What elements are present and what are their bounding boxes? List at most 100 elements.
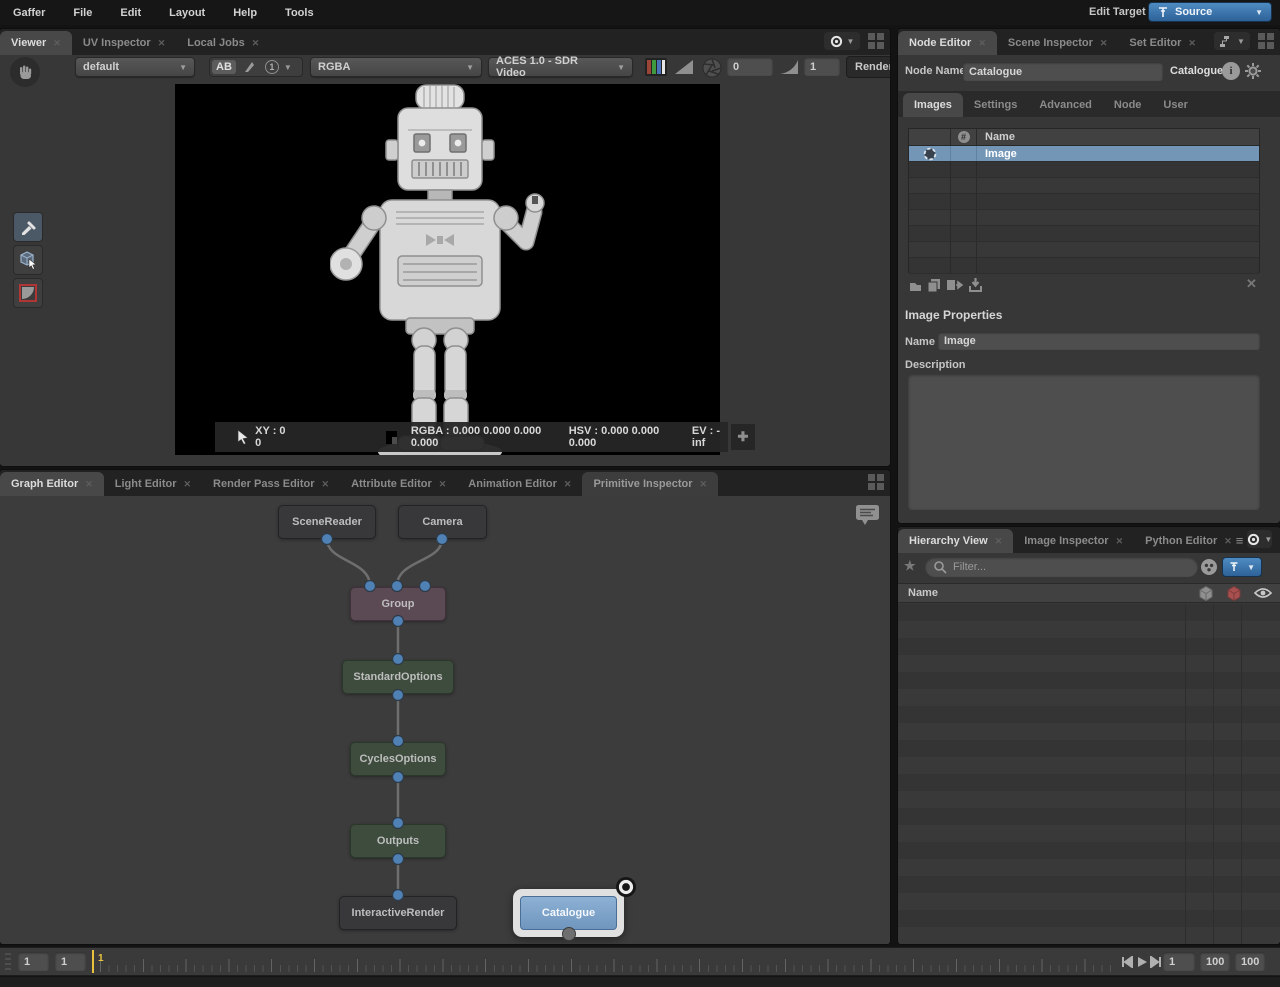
tab-user[interactable]: User bbox=[1152, 93, 1198, 117]
node-scenereader[interactable]: SceneReader bbox=[278, 505, 376, 539]
pin-editor-button[interactable]: ▼ bbox=[824, 32, 860, 50]
close-icon[interactable]: ✕ bbox=[1116, 536, 1124, 547]
timeline-ruler[interactable] bbox=[100, 951, 1118, 972]
scene-filter-dropdown[interactable]: ▼ bbox=[1222, 557, 1262, 577]
tab-settings[interactable]: Settings bbox=[963, 93, 1028, 117]
edit-target-dropdown[interactable]: Source ▼ bbox=[1148, 2, 1272, 22]
close-icon[interactable]: ✕ bbox=[252, 38, 260, 49]
tab-light-editor[interactable]: Light Editor✕ bbox=[104, 472, 202, 496]
tab-python-editor[interactable]: Python Editor✕ bbox=[1134, 529, 1236, 553]
gamma-field[interactable]: 1 bbox=[804, 57, 840, 76]
tab-uv-inspector[interactable]: UV Inspector✕ bbox=[72, 31, 176, 55]
aperture-icon[interactable] bbox=[701, 57, 723, 79]
red-cube-icon[interactable] bbox=[1226, 585, 1242, 602]
menu-gaffer[interactable]: Gaffer bbox=[13, 7, 45, 19]
close-icon[interactable]: ✕ bbox=[700, 479, 708, 490]
table-row-image[interactable]: Image bbox=[909, 146, 1259, 162]
tab-local-jobs[interactable]: Local Jobs✕ bbox=[176, 31, 270, 55]
node-outputs[interactable]: Outputs bbox=[350, 824, 446, 858]
layer-select[interactable]: default▼ bbox=[75, 57, 195, 77]
tab-advanced[interactable]: Advanced bbox=[1028, 93, 1103, 117]
editor-follow-button[interactable]: ▼ bbox=[1214, 32, 1250, 50]
compare-ab-toggle[interactable]: AB bbox=[212, 60, 236, 74]
column-name[interactable]: Name bbox=[977, 131, 1259, 143]
current-frame-field[interactable]: 1 bbox=[55, 952, 86, 971]
node-group[interactable]: Group bbox=[350, 587, 446, 621]
image-name-input[interactable] bbox=[938, 332, 1260, 350]
wedge-tool-icon[interactable] bbox=[241, 60, 259, 74]
tab-scene-inspector[interactable]: Scene Inspector✕ bbox=[997, 31, 1119, 55]
remove-image-button[interactable]: ✕ bbox=[1246, 276, 1257, 292]
tab-node[interactable]: Node bbox=[1103, 93, 1153, 117]
node-interactiverender[interactable]: InteractiveRender bbox=[339, 896, 457, 930]
import-image-icon[interactable] bbox=[968, 277, 983, 293]
go-to-end-icon[interactable] bbox=[1150, 956, 1162, 968]
close-icon[interactable]: ✕ bbox=[184, 479, 192, 490]
export-image-icon[interactable] bbox=[946, 277, 963, 293]
tab-set-editor[interactable]: Set Editor✕ bbox=[1118, 31, 1207, 55]
exposure-field[interactable]: 0 bbox=[727, 57, 773, 76]
node-standardoptions[interactable]: StandardOptions bbox=[342, 660, 454, 694]
crop-window-tool[interactable] bbox=[13, 278, 43, 308]
tab-primitive-inspector[interactable]: Primitive Inspector✕ bbox=[582, 472, 718, 496]
tab-hierarchy-view[interactable]: Hierarchy View✕ bbox=[898, 529, 1013, 553]
tab-images[interactable]: Images bbox=[903, 93, 963, 117]
bookmarks-star-icon[interactable]: ★ bbox=[904, 558, 916, 574]
close-icon[interactable]: ✕ bbox=[439, 479, 447, 490]
close-icon[interactable]: ✕ bbox=[53, 38, 61, 49]
tab-node-editor[interactable]: Node Editor✕ bbox=[898, 31, 997, 55]
tab-attribute-editor[interactable]: Attribute Editor✕ bbox=[340, 472, 457, 496]
info-icon[interactable]: i bbox=[1222, 62, 1240, 80]
pin-editor-button[interactable]: ▼ bbox=[1247, 530, 1272, 548]
exposure-triangle-icon[interactable] bbox=[674, 59, 694, 75]
node-catalogue[interactable]: Catalogue bbox=[520, 896, 617, 930]
filter-input[interactable] bbox=[947, 558, 1190, 576]
close-icon[interactable]: ✕ bbox=[564, 479, 572, 490]
tab-viewer[interactable]: Viewer✕ bbox=[0, 31, 72, 55]
gamma-triangle-icon[interactable] bbox=[779, 59, 799, 75]
color-picker-tool[interactable] bbox=[13, 212, 43, 242]
graph-canvas[interactable]: SceneReader Camera Group StandardOptions… bbox=[0, 496, 890, 944]
node-cyclesoptions[interactable]: CyclesOptions bbox=[350, 742, 446, 776]
frame-start-field[interactable]: 1 bbox=[18, 952, 49, 971]
play-icon[interactable] bbox=[1136, 956, 1148, 968]
go-to-start-icon[interactable] bbox=[1121, 956, 1133, 968]
close-icon[interactable]: ✕ bbox=[1188, 38, 1196, 49]
menu-edit[interactable]: Edit bbox=[120, 7, 141, 19]
viewport-image[interactable] bbox=[175, 84, 720, 455]
close-icon[interactable]: ✕ bbox=[322, 479, 330, 490]
menu-help[interactable]: Help bbox=[233, 7, 257, 19]
menu-file[interactable]: File bbox=[73, 7, 92, 19]
frame-end-field[interactable]: 100 bbox=[1235, 952, 1265, 971]
inspect-tool[interactable] bbox=[13, 245, 43, 275]
tab-render-pass-editor[interactable]: Render Pass Editor✕ bbox=[202, 472, 340, 496]
layout-grid-icon[interactable] bbox=[868, 33, 884, 49]
range-end-field[interactable]: 100 bbox=[1200, 952, 1230, 971]
add-inspector-button[interactable]: ✚ bbox=[731, 424, 755, 450]
menu-layout[interactable]: Layout bbox=[169, 7, 205, 19]
timeline-grip[interactable] bbox=[5, 953, 11, 971]
tab-animation-editor[interactable]: Animation Editor✕ bbox=[457, 472, 582, 496]
tab-overflow-icon[interactable]: ≡ bbox=[1236, 533, 1244, 553]
render-button[interactable]: Render bbox=[846, 56, 890, 78]
layout-grid-icon[interactable] bbox=[868, 474, 884, 490]
chevron-down-icon[interactable]: ▼ bbox=[284, 63, 292, 72]
column-name[interactable]: Name bbox=[898, 587, 938, 599]
close-icon[interactable]: ✕ bbox=[158, 38, 166, 49]
node-name-input[interactable] bbox=[963, 62, 1163, 81]
close-icon[interactable]: ✕ bbox=[85, 479, 93, 490]
playhead[interactable] bbox=[92, 950, 94, 973]
compare-index-badge[interactable]: 1 bbox=[265, 60, 279, 74]
range-start-field[interactable]: 1 bbox=[1163, 952, 1195, 971]
layout-grid-icon[interactable] bbox=[1258, 33, 1274, 49]
display-transform-select[interactable]: ACES 1.0 - SDR Video▼ bbox=[488, 57, 633, 77]
new-image-icon[interactable] bbox=[908, 278, 923, 293]
visibility-eye-icon[interactable] bbox=[1254, 587, 1272, 599]
bound-cube-icon[interactable] bbox=[1198, 585, 1214, 602]
sets-filter-icon[interactable] bbox=[1200, 558, 1218, 576]
pan-tool-button[interactable] bbox=[10, 57, 40, 87]
duplicate-image-icon[interactable] bbox=[926, 277, 942, 293]
node-catalogue-selection[interactable]: Catalogue bbox=[513, 889, 624, 937]
node-camera[interactable]: Camera bbox=[398, 505, 487, 539]
gear-icon[interactable] bbox=[1244, 62, 1262, 80]
